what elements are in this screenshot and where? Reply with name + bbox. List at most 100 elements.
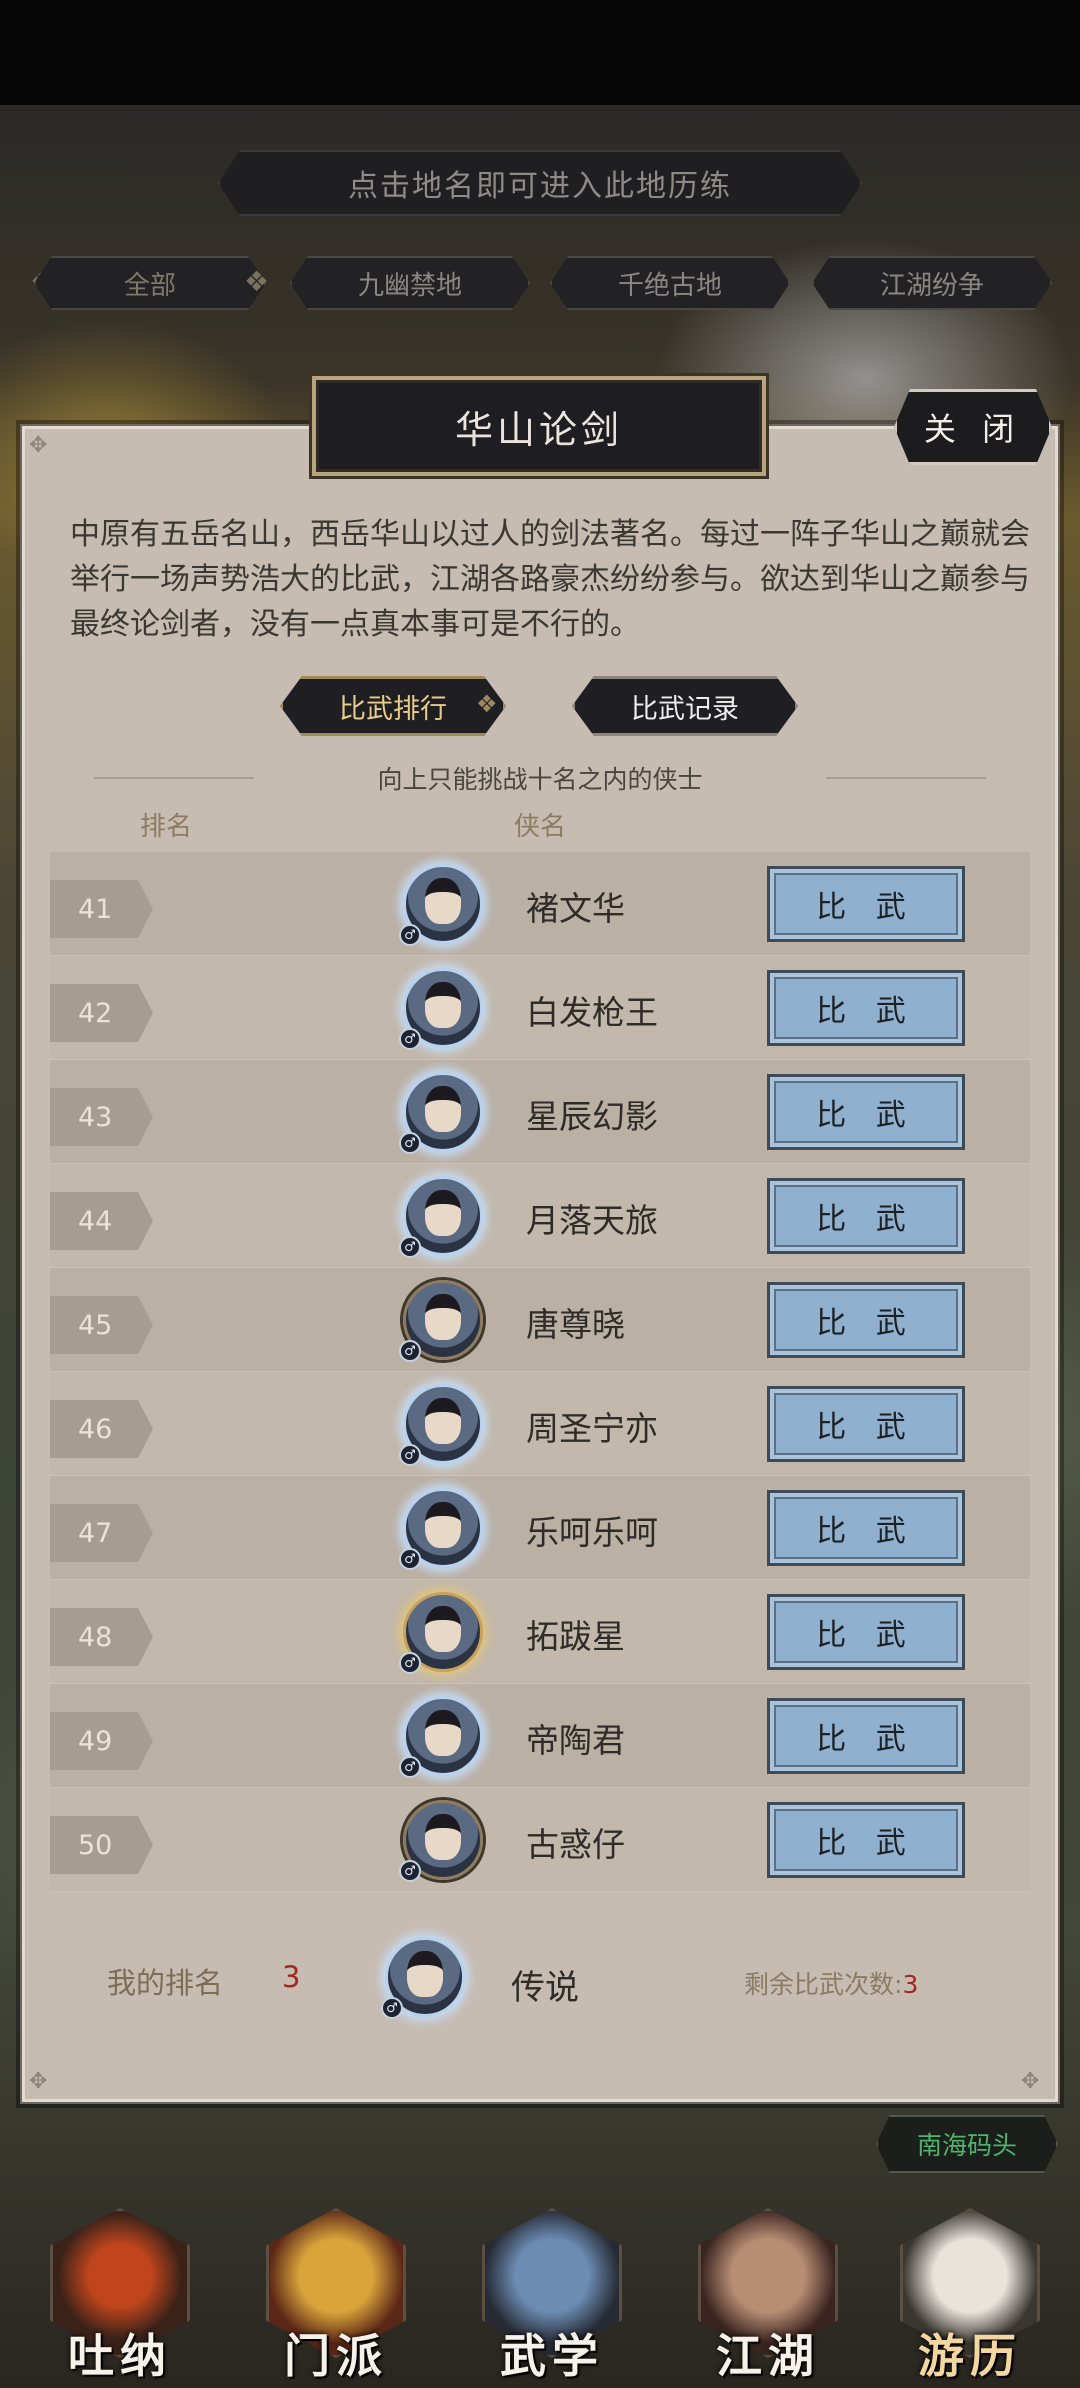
player-name: 星辰幻影 [526,1097,658,1136]
player-name: 褚文华 [526,889,625,928]
table-row: 41 ♂ 褚文华 比 武 [50,852,1030,956]
corner-ornament-icon: ✥ [29,433,48,458]
challenge-button[interactable]: 比 武 [767,970,965,1046]
tab-ranking[interactable]: 比武排行 [280,676,506,736]
rank-badge: 45 [50,1296,153,1354]
gender-male-icon: ♂ [399,1132,421,1154]
table-row: 42 ♂ 白发枪王 比 武 [50,956,1030,1060]
remaining-challenges: 剩余比武次数:3 [744,1965,918,2001]
challenge-button[interactable]: 比 武 [767,1074,965,1150]
player-name: 帝陶君 [526,1721,625,1760]
tab-records[interactable]: 比武记录 [572,676,798,736]
challenge-button[interactable]: 比 武 [767,1490,965,1566]
player-name: 拓跋星 [526,1617,625,1656]
gender-male-icon: ♂ [399,1236,421,1258]
gender-male-icon: ♂ [381,1997,403,2019]
portrait-icon [425,1294,461,1340]
nav-item-martial[interactable]: 武学 [452,2188,652,2388]
location-button[interactable]: 南海码头 [876,2115,1058,2173]
close-button[interactable]: 关 闭 [894,389,1052,465]
portrait-icon [425,1190,461,1236]
portrait-icon [425,1398,461,1444]
gender-male-icon: ♂ [399,1756,421,1778]
rank-badge: 46 [50,1400,153,1458]
player-avatar[interactable]: ♂ [393,1590,493,1678]
rank-badge: 48 [50,1608,153,1666]
divider [826,777,986,779]
table-row: 47 ♂ 乐呵乐呵 比 武 [50,1476,1030,1580]
table-row: 43 ♂ 星辰幻影 比 武 [50,1060,1030,1164]
nav-label: 吐纳 [68,2329,172,2383]
my-name: 传说 [511,1968,579,2008]
ornament-icon: ❖ [244,265,270,298]
gender-male-icon: ♂ [399,1548,421,1570]
player-avatar[interactable]: ♂ [393,1278,493,1366]
nav-item-jianghu[interactable]: 江湖 [668,2188,868,2388]
player-name: 唐尊晓 [526,1305,625,1344]
challenge-button[interactable]: 比 武 [767,1282,965,1358]
player-name: 月落天旅 [526,1201,658,1240]
gender-male-icon: ♂ [399,924,421,946]
gender-male-icon: ♂ [399,1652,421,1674]
player-avatar[interactable]: ♂ [393,1382,493,1470]
player-name: 古惑仔 [526,1825,625,1864]
player-avatar[interactable]: ♂ [393,1798,493,1886]
nav-label: 门派 [284,2329,388,2383]
nav-label: 武学 [500,2329,604,2383]
table-row: 45 ♂ 唐尊晓 比 武 [50,1268,1030,1372]
gender-male-icon: ♂ [399,1444,421,1466]
remaining-value: 3 [902,1970,919,1999]
player-name: 白发枪王 [526,993,658,1032]
rank-badge: 49 [50,1712,153,1770]
challenge-button[interactable]: 比 武 [767,1802,965,1878]
corner-ornament-icon: ✥ [29,2069,48,2094]
dialog-title: 华山论剑 [312,376,766,476]
corner-ornament-icon: ✥ [1021,2069,1040,2094]
player-name: 周圣宁亦 [526,1409,658,1448]
challenge-button[interactable]: 比 武 [767,1594,965,1670]
nav-item-tuna[interactable]: 吐纳 [20,2188,220,2388]
challenge-button[interactable]: 比 武 [767,1386,965,1462]
player-avatar[interactable]: ♂ [393,1070,493,1158]
portrait-icon [425,1710,461,1756]
filter-tab-jianghu[interactable]: 江湖纷争 [812,256,1052,310]
gender-male-icon: ♂ [399,1340,421,1362]
table-row: 48 ♂ 拓跋星 比 武 [50,1580,1030,1684]
map-hint-bar: 点击地名即可进入此地历练 [218,150,862,216]
status-bar [0,0,1080,105]
rank-badge: 50 [50,1816,153,1874]
portrait-icon [425,1606,461,1652]
player-avatar[interactable]: ♂ [393,966,493,1054]
portrait-icon [425,1814,461,1860]
nav-item-travel[interactable]: 游历 [870,2188,1070,2388]
filter-tab-jiuyou[interactable]: 九幽禁地 [290,256,530,310]
player-name: 乐呵乐呵 [526,1513,658,1552]
my-rank-label: 我的排名 [107,1966,224,2000]
portrait-icon [425,1502,461,1548]
player-avatar[interactable]: ♂ [393,862,493,950]
table-row: 44 ♂ 月落天旅 比 武 [50,1164,1030,1268]
remaining-label: 剩余比武次数: [744,1970,903,1999]
player-avatar[interactable]: ♂ [393,1486,493,1574]
bottom-nav: 吐纳 门派 武学 江湖 游历 [0,2188,1080,2388]
portrait-icon [425,878,461,924]
column-header-rank: 排名 [140,812,193,842]
challenge-button[interactable]: 比 武 [767,866,965,942]
filter-tab-qianjue[interactable]: 千绝古地 [550,256,790,310]
rank-badge: 47 [50,1504,153,1562]
table-row: 49 ♂ 帝陶君 比 武 [50,1684,1030,1788]
table-row: 50 ♂ 古惑仔 比 武 [50,1788,1030,1892]
nav-item-sect[interactable]: 门派 [236,2188,436,2388]
gender-male-icon: ♂ [399,1028,421,1050]
player-avatar[interactable]: ♂ [393,1694,493,1782]
gender-male-icon: ♂ [399,1860,421,1882]
table-row: 46 ♂ 周圣宁亦 比 武 [50,1372,1030,1476]
challenge-button[interactable]: 比 武 [767,1178,965,1254]
filter-tab-all[interactable]: 全部 [34,256,266,310]
nav-label: 江湖 [716,2329,820,2383]
ranking-list: 41 ♂ 褚文华比 武 42 ♂ 白发枪王比 武 43 ♂ 星辰幻影比 武 44 ♂ 月落天旅比 武4… [50,852,1030,1892]
player-avatar[interactable]: ♂ [393,1174,493,1262]
challenge-button[interactable]: 比 武 [767,1698,965,1774]
my-rank-value: 3 [282,1960,301,1994]
my-avatar[interactable]: ♂ [375,1935,475,2023]
